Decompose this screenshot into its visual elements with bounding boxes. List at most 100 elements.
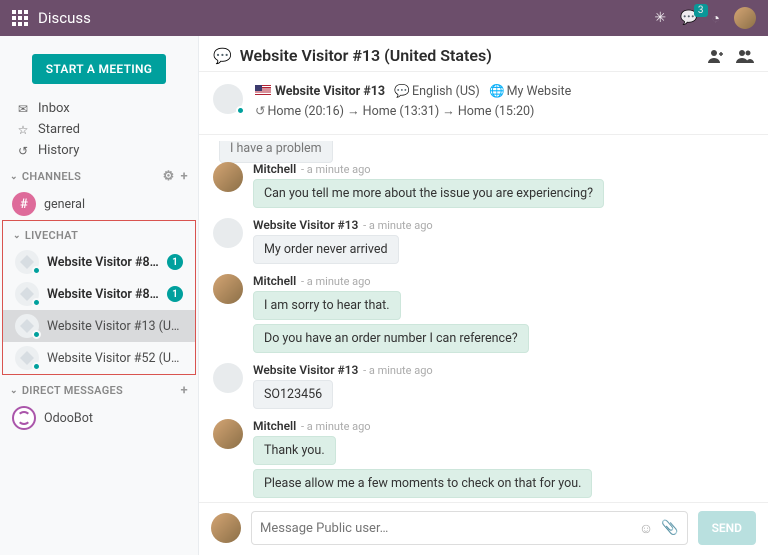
chevron-down-icon: ⌄ (10, 386, 18, 396)
message-author: Mitchell (253, 274, 296, 288)
livechat-item[interactable]: Website Visitor #13 (United St… (3, 310, 195, 342)
star-icon: ☆ (16, 123, 30, 137)
message-author: Mitchell (253, 162, 296, 176)
message-avatar (213, 274, 243, 304)
user-avatar[interactable] (734, 7, 756, 29)
visitor-avatar (15, 282, 39, 306)
livechat-label: Website Visitor #13 (United St… (47, 319, 183, 334)
unread-badge: 1 (167, 254, 183, 270)
nav-inbox[interactable]: ✉ Inbox (0, 98, 198, 119)
visitor-avatar-large (213, 84, 243, 114)
presence-dot (32, 266, 41, 275)
message: Mitchell - a minute ago Thank you. Please … (213, 419, 754, 502)
main-panel: 💬 Website Visitor #13 (United States) We… (199, 36, 768, 555)
message-bubble: My order never arrived (253, 235, 399, 264)
presence-dot (32, 362, 41, 371)
section-direct-messages[interactable]: ⌄ DIRECT MESSAGES + (0, 375, 198, 402)
presence-dot (32, 298, 41, 307)
send-button[interactable]: SEND (698, 511, 756, 545)
message-list[interactable]: I have a problem Mitchell - a minute ago… (199, 135, 768, 502)
members-icon[interactable] (736, 49, 754, 63)
flag-icon (255, 85, 271, 96)
visitor-avatar (15, 314, 39, 338)
chevron-down-icon: ⌄ (10, 172, 18, 182)
livechat-label: Website Visitor #52 (United St… (47, 351, 183, 366)
message-avatar (213, 419, 243, 449)
message-author: Website Visitor #13 (253, 218, 358, 232)
apps-icon[interactable] (12, 10, 28, 26)
activities-icon[interactable]: ◔ (712, 10, 720, 27)
message-avatar (213, 218, 243, 248)
nav-label: History (38, 143, 79, 158)
language-icon: 💬 (394, 84, 410, 99)
message-bubble: Can you tell me more about the issue you… (253, 179, 604, 208)
section-title: LIVECHAT (25, 229, 78, 242)
dm-odoobot[interactable]: OdooBot (0, 402, 198, 434)
channel-general[interactable]: # general (0, 188, 198, 220)
message-author: Mitchell (253, 419, 296, 433)
visitor-meta: Website Visitor #13 💬English (US) 🌐My We… (199, 72, 768, 135)
nav-label: Inbox (38, 101, 70, 116)
emoji-icon[interactable]: ☺ (639, 520, 653, 537)
message-time: - a minute ago (298, 275, 370, 288)
nav-label: Starred (38, 122, 80, 137)
add-user-icon[interactable] (708, 49, 724, 63)
message: Website Visitor #13 - a minute ago My ord… (213, 218, 754, 268)
livechat-label: Website Visitor #81 (U… (47, 255, 159, 270)
message-input[interactable] (260, 521, 631, 536)
message-time: - a minute ago (298, 420, 370, 433)
channel-label: general (44, 197, 186, 212)
chevron-down-icon: ⌄ (13, 231, 21, 241)
message: Website Visitor #13 - a minute agoSO1234… (213, 363, 754, 413)
nav-history[interactable]: ↺ History (0, 140, 198, 161)
topbar: Discuss ✳ 💬3 ◔ (0, 0, 768, 36)
livechat-item[interactable]: Website Visitor #80 (U… 1 (3, 278, 195, 310)
sidebar: START A MEETING ✉ Inbox ☆ Starred ↺ History… (0, 36, 199, 555)
app-title: Discuss (38, 9, 91, 27)
history-icon: ↺ (255, 104, 265, 119)
message-bubble: Please allow me a few moments to check o… (253, 469, 592, 498)
message-avatar (213, 162, 243, 192)
visitor-path: Home (20:16) → Home (13:31) → Home (15:2… (267, 104, 534, 119)
conversations-icon[interactable]: 💬3 (680, 10, 697, 26)
message: Mitchell - a minute agoCan you tell me m… (213, 162, 754, 212)
plus-icon[interactable]: + (181, 169, 188, 184)
thread-title: Website Visitor #13 (United States) (240, 46, 492, 65)
livechat-label: Website Visitor #80 (U… (47, 287, 159, 302)
visitor-site: My Website (507, 84, 572, 99)
livechat-item[interactable]: Website Visitor #52 (United St… (3, 342, 195, 374)
conversation-badge: 3 (694, 4, 708, 17)
message-header: Website Visitor #13 - a minute ago (253, 363, 754, 377)
message-time: - a minute ago (360, 364, 432, 377)
section-title: DIRECT MESSAGES (22, 384, 123, 397)
plus-icon[interactable]: + (181, 383, 188, 398)
message-header: Mitchell - a minute ago (253, 274, 754, 288)
bug-icon[interactable]: ✳ (654, 10, 666, 26)
message-bubble: Do you have an order number I can refere… (253, 324, 529, 353)
chat-icon: 💬 (213, 47, 232, 65)
start-meeting-button[interactable]: START A MEETING (32, 54, 167, 84)
globe-icon: 🌐 (489, 84, 505, 99)
hash-icon: # (12, 192, 36, 216)
message-header: Mitchell - a minute ago (253, 419, 754, 433)
visitor-lang: English (US) (412, 84, 480, 99)
history-icon: ↺ (16, 144, 30, 158)
message: Mitchell - a minute ago I am sorry to hea… (213, 274, 754, 357)
section-channels[interactable]: ⌄ CHANNELS ⚙ + (0, 161, 198, 188)
message-bubble: I am sorry to hear that. (253, 291, 401, 320)
message-author: Website Visitor #13 (253, 363, 358, 377)
message-bubble: Thank you. (253, 436, 336, 465)
attachment-icon[interactable]: 📎 (661, 520, 678, 536)
gear-icon[interactable]: ⚙ (163, 169, 175, 184)
section-livechat[interactable]: ⌄ LIVECHAT (3, 221, 195, 246)
livechat-item[interactable]: Website Visitor #81 (U… 1 (3, 246, 195, 278)
dm-label: OdooBot (44, 411, 186, 426)
visitor-name: Website Visitor #13 (275, 84, 385, 99)
truncated-message: I have a problem (213, 141, 754, 156)
nav-starred[interactable]: ☆ Starred (0, 119, 198, 140)
inbox-icon: ✉ (16, 102, 30, 116)
presence-dot (236, 106, 245, 115)
thread-header: 💬 Website Visitor #13 (United States) (199, 36, 768, 72)
message-header: Website Visitor #13 - a minute ago (253, 218, 754, 232)
presence-dot (32, 330, 41, 339)
